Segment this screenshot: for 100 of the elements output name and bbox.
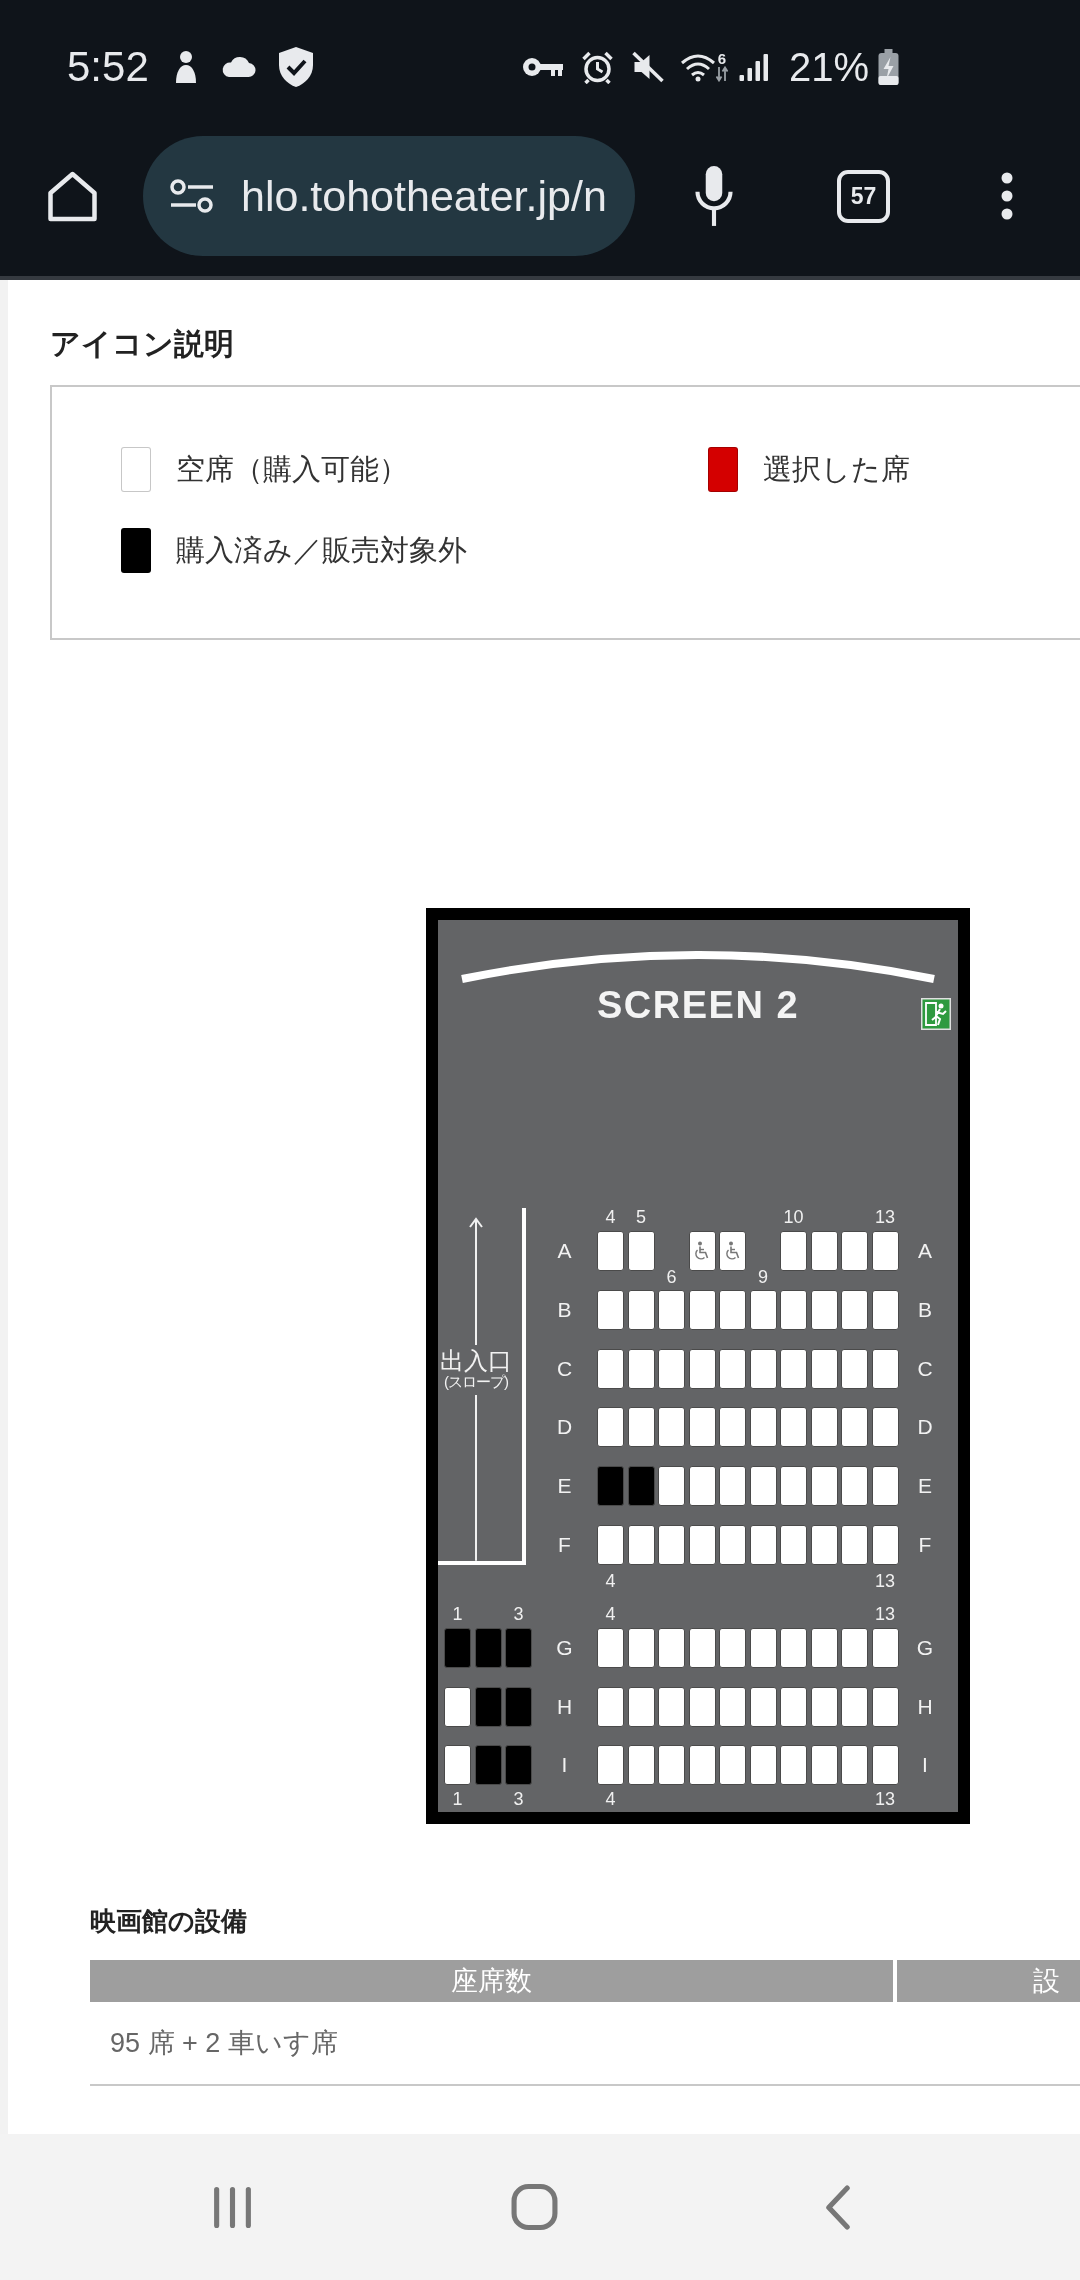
seat[interactable] xyxy=(719,1466,746,1506)
seat[interactable] xyxy=(627,1686,655,1727)
seat[interactable] xyxy=(658,1524,685,1565)
seat[interactable] xyxy=(780,1231,807,1271)
seat[interactable] xyxy=(780,1348,807,1389)
tab-switcher-button[interactable]: 57 xyxy=(837,169,890,223)
home-icon[interactable] xyxy=(45,169,100,223)
seat[interactable] xyxy=(841,1524,868,1565)
seat[interactable] xyxy=(810,1348,838,1389)
row-label: G xyxy=(556,1636,573,1659)
seat[interactable] xyxy=(627,1348,655,1389)
seat[interactable] xyxy=(597,1745,624,1786)
seat[interactable] xyxy=(810,1231,838,1271)
seat[interactable] xyxy=(841,1348,868,1389)
seat[interactable] xyxy=(749,1745,777,1786)
seat[interactable] xyxy=(810,1466,838,1506)
back-icon[interactable] xyxy=(825,2184,851,2230)
seat[interactable] xyxy=(841,1407,868,1448)
seat[interactable] xyxy=(444,1745,471,1786)
seat[interactable] xyxy=(658,1686,685,1727)
seat[interactable] xyxy=(749,1627,777,1668)
seat[interactable] xyxy=(810,1524,838,1565)
seat[interactable] xyxy=(871,1627,899,1668)
seat[interactable] xyxy=(810,1627,838,1668)
seat[interactable] xyxy=(810,1289,838,1330)
seat[interactable] xyxy=(841,1745,868,1786)
seat[interactable] xyxy=(658,1407,685,1448)
seat[interactable] xyxy=(780,1289,807,1330)
seat[interactable] xyxy=(871,1686,899,1727)
row-label: G xyxy=(916,1636,934,1659)
three-dots-menu-icon[interactable] xyxy=(1001,172,1013,220)
seat[interactable] xyxy=(871,1231,899,1271)
seat[interactable] xyxy=(749,1289,777,1330)
seat[interactable] xyxy=(597,1686,624,1727)
seat[interactable] xyxy=(780,1745,807,1786)
seat[interactable] xyxy=(719,1524,746,1565)
seat[interactable] xyxy=(780,1466,807,1506)
sliders-icon[interactable] xyxy=(169,178,215,214)
seat[interactable] xyxy=(444,1686,471,1727)
seat[interactable] xyxy=(841,1627,868,1668)
seat[interactable] xyxy=(688,1348,716,1389)
seat[interactable] xyxy=(688,1627,716,1668)
wheelchair-seat[interactable] xyxy=(719,1231,746,1271)
address-field[interactable]: hlo.tohotheater.jp/n xyxy=(143,136,635,256)
seat[interactable] xyxy=(841,1466,868,1506)
seat[interactable] xyxy=(688,1407,716,1448)
seat[interactable] xyxy=(597,1231,624,1271)
seat[interactable] xyxy=(597,1627,624,1668)
seat[interactable] xyxy=(749,1686,777,1727)
seat[interactable] xyxy=(627,1627,655,1668)
seat[interactable] xyxy=(627,1745,655,1786)
seat[interactable] xyxy=(688,1686,716,1727)
seat[interactable] xyxy=(627,1231,655,1271)
seat[interactable] xyxy=(719,1627,746,1668)
seat[interactable] xyxy=(719,1407,746,1448)
seat[interactable] xyxy=(871,1466,899,1506)
seat[interactable] xyxy=(810,1745,838,1786)
seat[interactable] xyxy=(688,1524,716,1565)
seat[interactable] xyxy=(658,1289,685,1330)
wheelchair-seat[interactable] xyxy=(688,1231,716,1271)
seat[interactable] xyxy=(871,1524,899,1565)
seat[interactable] xyxy=(719,1686,746,1727)
seat[interactable] xyxy=(749,1407,777,1448)
seat[interactable] xyxy=(749,1524,777,1565)
seat[interactable] xyxy=(871,1407,899,1448)
seat[interactable] xyxy=(658,1627,685,1668)
seat[interactable] xyxy=(810,1686,838,1727)
seat[interactable] xyxy=(780,1627,807,1668)
seat[interactable] xyxy=(841,1231,868,1271)
seat[interactable] xyxy=(627,1407,655,1448)
seat[interactable] xyxy=(658,1745,685,1786)
seat[interactable] xyxy=(597,1348,624,1389)
seat[interactable] xyxy=(658,1466,685,1506)
microphone-icon[interactable] xyxy=(692,164,736,228)
seat[interactable] xyxy=(871,1348,899,1389)
seat[interactable] xyxy=(627,1289,655,1330)
seat[interactable] xyxy=(780,1686,807,1727)
seat[interactable] xyxy=(597,1407,624,1448)
seat[interactable] xyxy=(597,1289,624,1330)
seat-number: 3 xyxy=(513,1604,524,1623)
seat[interactable] xyxy=(719,1745,746,1786)
seat[interactable] xyxy=(658,1348,685,1389)
seat[interactable] xyxy=(749,1466,777,1506)
seat[interactable] xyxy=(688,1466,716,1506)
seat[interactable] xyxy=(871,1745,899,1786)
recent-apps-icon[interactable] xyxy=(212,2184,253,2230)
seat[interactable] xyxy=(841,1289,868,1330)
seat[interactable] xyxy=(749,1348,777,1389)
seat[interactable] xyxy=(719,1348,746,1389)
seat[interactable] xyxy=(719,1289,746,1330)
seat[interactable] xyxy=(627,1524,655,1565)
seat[interactable] xyxy=(780,1524,807,1565)
seat[interactable] xyxy=(810,1407,838,1448)
seat[interactable] xyxy=(597,1524,624,1565)
seat[interactable] xyxy=(871,1289,899,1330)
row-label: H xyxy=(556,1695,573,1718)
seat[interactable] xyxy=(688,1289,716,1330)
seat[interactable] xyxy=(780,1407,807,1448)
seat[interactable] xyxy=(841,1686,868,1727)
seat[interactable] xyxy=(688,1745,716,1786)
